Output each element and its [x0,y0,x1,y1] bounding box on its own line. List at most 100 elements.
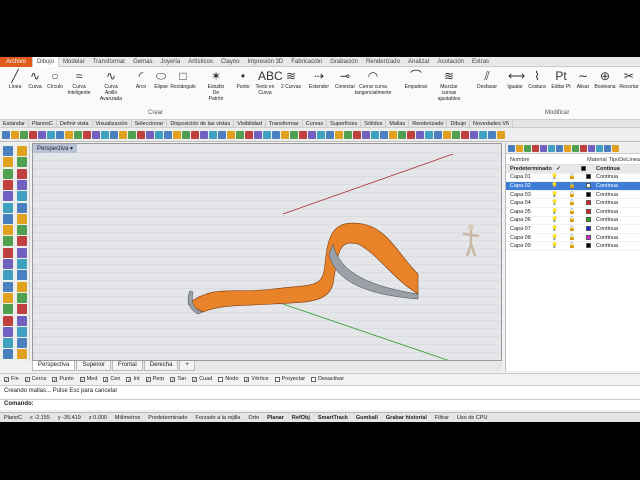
osnap-punto[interactable]: ✓ Punto [52,376,74,382]
recortar-button[interactable]: ✂ Recortar [618,69,640,90]
osnap-cerca[interactable]: ✓ Cerca [24,376,46,382]
layer-row[interactable]: Capa 03 💡 🔓 Continua [506,191,640,200]
tool-icon[interactable] [3,146,13,156]
tool-icon[interactable] [17,146,27,156]
2-curvas-button[interactable]: ≋ 2 Curvas [280,69,302,90]
tool-icon[interactable] [3,157,13,168]
tool-icon[interactable] [3,225,13,236]
layer-tool-icon[interactable] [508,144,515,152]
toolbar-icon[interactable] [416,130,424,139]
layer-tool-icon[interactable] [604,144,611,152]
tab-planosc[interactable]: PlanosC [29,120,57,127]
osnap-cuad[interactable]: ✓ Cuad [192,376,212,382]
toolbar-icon[interactable] [254,130,262,139]
osnap-proyectar[interactable]: Proyectar [274,376,305,382]
curva-button[interactable]: ∿ Curva [24,69,46,90]
toolbar-icon[interactable] [182,130,190,139]
lock-icon[interactable]: 🔓 [568,174,575,180]
tab-mallas[interactable]: Mallas [386,120,410,127]
osnap-cen[interactable]: ✓ Cen [103,376,120,382]
layer-color-swatch[interactable] [585,200,591,206]
tool-icon[interactable] [17,168,27,179]
status-orto[interactable]: Orto [244,415,263,421]
layer-row[interactable]: Predeterminado ✓ Continua [506,165,640,174]
osnap-desactivar[interactable]: Desactivar [311,376,344,382]
lightbulb-icon[interactable]: 💡 [551,235,558,241]
osnap-v-rtice[interactable]: ✓ Vértice [244,376,269,382]
status-uso-de-cpu[interactable]: Uso de CPU [453,415,492,421]
tool-icon[interactable] [17,213,27,224]
lightbulb-icon[interactable]: 💡 [551,209,558,215]
tool-icon[interactable] [3,236,13,247]
viewport-tab-derecha[interactable]: Derecha [143,361,179,371]
toolbar-icon[interactable] [335,130,343,139]
menu-item-fabricaci-n[interactable]: Fabricación [287,59,326,65]
desfasar-button[interactable]: ⫽ Desfasar [476,69,498,90]
checkbox[interactable]: ✓ [103,376,109,382]
lock-icon[interactable]: 🔓 [568,192,575,198]
lightbulb-icon[interactable]: 💡 [551,226,558,232]
layer-row[interactable]: Capa 04 💡 🔓 Continua [506,199,640,208]
tool-icon[interactable] [17,259,27,269]
menu-item-transformar[interactable]: Transformar [89,59,129,65]
layer-tool-icon[interactable] [548,144,555,152]
toolbar-icon[interactable] [389,130,397,139]
tool-icon[interactable] [3,202,13,213]
curva-anillo-avanzada-button[interactable]: ∿ Curva Anillo Avanzada [100,69,122,102]
tab-disposici-n-de-las-vistas[interactable]: Disposición de las vistas [167,120,235,127]
lock-icon[interactable]: 🔓 [568,209,575,215]
toolbar-icon[interactable] [371,130,379,139]
editar-pt-button[interactable]: Pt Editar Pt [550,69,572,90]
menu-item-extras[interactable]: Extras [468,59,493,65]
punto-button[interactable]: • Punto [232,69,254,90]
lock-icon[interactable]: 🔓 [568,235,575,241]
layer-row[interactable]: Capa 06 💡 🔓 Continua [506,217,640,226]
status-filtrar[interactable]: Filtrar [431,415,453,421]
toolbar-icon[interactable] [236,130,244,139]
tool-icon[interactable] [17,225,27,236]
l-nea-button[interactable]: ╱ Línea [4,69,26,90]
tool-icon[interactable] [3,281,13,292]
costura-button[interactable]: ⌇ Costura [526,69,548,90]
status-forzado-a-la-rejilla[interactable]: Forzado a la rejilla [191,415,244,421]
viewport-title[interactable]: Perspectiva ▾ [33,144,78,153]
viewport-canvas[interactable] [33,144,502,361]
menu-item-joyer-a[interactable]: Joyería [157,59,185,65]
toolbar-icon[interactable] [110,130,118,139]
menu-item-impresi-n-3d[interactable]: Impresión 3D [244,59,288,65]
toolbar-icon[interactable] [245,130,253,139]
layer-row[interactable]: Capa 02 💡 🔓 Continua [506,182,640,191]
c-rculo-button[interactable]: ○ Círculo [44,69,66,90]
viewport-tab-superior[interactable]: Superior [76,361,112,371]
osnap-fin[interactable]: ✓ Fin [4,376,19,382]
layer-color-swatch[interactable] [585,234,591,240]
layer-color-swatch[interactable] [585,208,591,214]
viewport-tab-add[interactable]: + [179,361,195,371]
lock-icon[interactable]: 🔓 [568,243,575,249]
toolbar-icon[interactable] [272,130,280,139]
toolbar-icon[interactable] [344,130,352,139]
mezclar-curvas-ajustables-button[interactable]: ≋ Mezclar curvas ajustables [438,69,461,102]
tool-icon[interactable] [3,326,13,337]
tool-icon[interactable] [3,168,13,179]
toolbar-icon[interactable] [56,130,64,139]
checkbox[interactable]: ✓ [24,376,30,382]
toolbar-icon[interactable] [92,130,100,139]
toolbar-icon[interactable] [83,130,91,139]
tab-definir-vista[interactable]: Definir vista [57,120,93,127]
tool-icon[interactable] [3,247,13,258]
igualar-button[interactable]: ⟷ Igualar [504,69,526,90]
layer-tool-icon[interactable] [612,144,619,152]
lightbulb-icon[interactable]: 💡 [551,174,558,180]
tool-icon[interactable] [17,236,27,247]
tab-visualizaci-n[interactable]: Visualización [93,120,132,127]
toolbar-icon[interactable] [290,130,298,139]
layer-tool-icon[interactable] [580,144,587,152]
checkbox[interactable]: ✓ [52,376,58,382]
layer-row[interactable]: Capa 07 💡 🔓 Continua [506,225,640,234]
layer-tool-icon[interactable] [540,144,547,152]
osnap-med[interactable]: ✓ Med [79,376,97,382]
toolbar-icon[interactable] [479,130,487,139]
toolbar-icon[interactable] [353,130,361,139]
checkbox[interactable]: ✓ [126,376,132,382]
